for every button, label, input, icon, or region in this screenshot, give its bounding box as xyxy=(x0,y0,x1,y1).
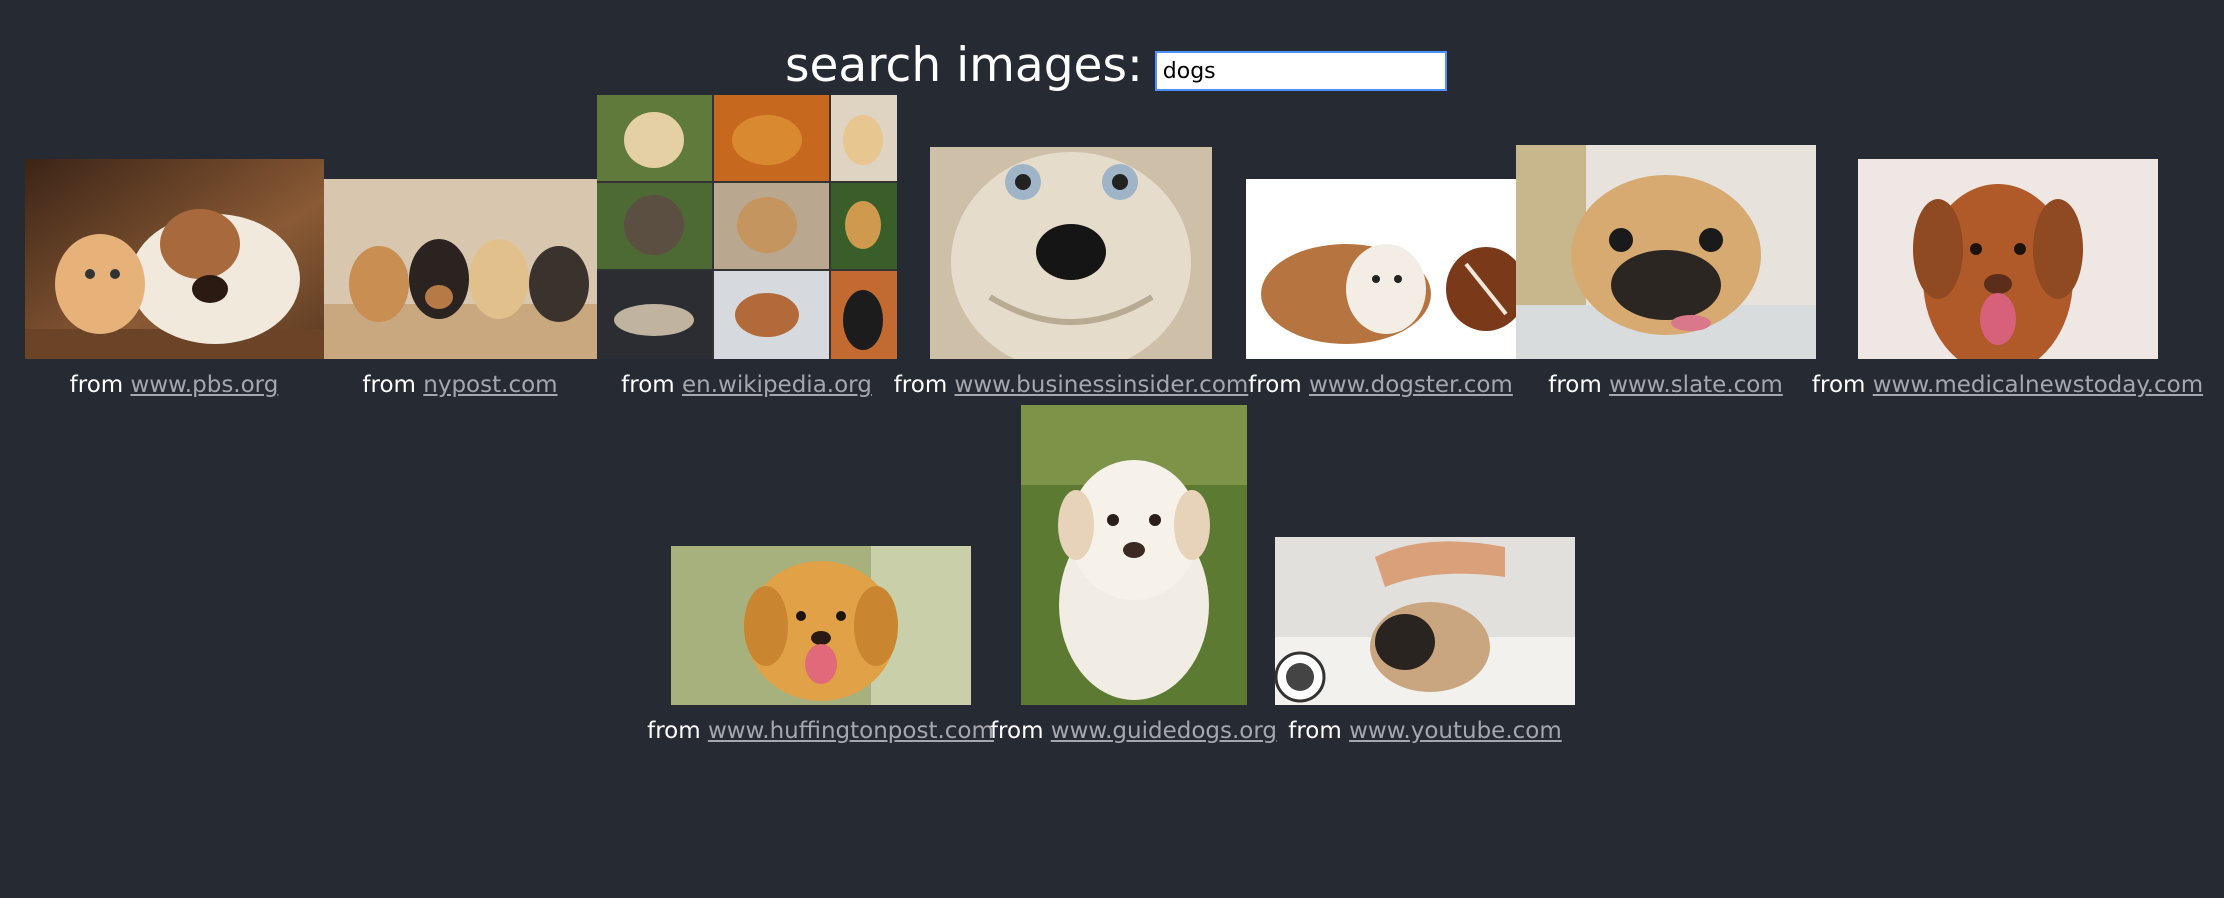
result-image-shaggy-dog-face[interactable] xyxy=(930,147,1212,359)
result-caption: from www.pbs.org xyxy=(70,359,279,411)
source-link[interactable]: www.dogster.com xyxy=(1309,372,1513,398)
result-caption: from www.slate.com xyxy=(1548,359,1783,411)
caption-prefix: from xyxy=(1288,718,1342,744)
source-link[interactable]: nypost.com xyxy=(423,372,557,398)
source-link[interactable]: www.guidedogs.org xyxy=(1051,718,1277,744)
result-image-bulldog-puppy[interactable] xyxy=(1245,179,1516,359)
source-link[interactable]: www.medicalnewstoday.com xyxy=(1873,372,2203,398)
result-caption: from www.youtube.com xyxy=(1288,705,1562,757)
result-image-four-puppies[interactable] xyxy=(323,179,597,359)
result-caption: from en.wikipedia.org xyxy=(621,359,872,411)
caption-prefix: from xyxy=(362,372,416,398)
result-image-white-lab-puppy[interactable] xyxy=(1020,405,1247,705)
caption-prefix: from xyxy=(1548,372,1602,398)
image-result: from www.huffingtonpost.com xyxy=(647,546,994,757)
result-image-dog-collage[interactable] xyxy=(596,95,897,359)
result-caption: from www.businessinsider.com xyxy=(894,359,1249,411)
result-image-pug-puppy[interactable] xyxy=(1275,537,1575,705)
image-result: from www.slate.com xyxy=(1515,145,1816,411)
result-caption: from www.dogster.com xyxy=(1248,359,1513,411)
image-result: from en.wikipedia.org xyxy=(596,95,897,411)
image-result: from www.businessinsider.com xyxy=(894,147,1249,411)
caption-prefix: from xyxy=(893,372,948,398)
results-row-2: from www.huffingtonpost.com from www.gui… xyxy=(0,405,2224,757)
image-result: from www.dogster.com xyxy=(1245,179,1516,411)
result-caption: from www.huffingtonpost.com xyxy=(647,705,994,757)
result-image-puppy-and-kitten[interactable] xyxy=(24,159,324,359)
caption-prefix: from xyxy=(989,718,1044,744)
result-caption: from www.guidedogs.org xyxy=(990,705,1277,757)
result-image-pug-lying[interactable] xyxy=(1515,145,1816,359)
caption-prefix: from xyxy=(1248,372,1302,398)
result-caption: from www.medicalnewstoday.com xyxy=(1812,359,2203,411)
source-link[interactable]: www.businessinsider.com xyxy=(955,372,1249,398)
results-row-1: from www.pbs.org from nypost.com from en… xyxy=(0,95,2224,411)
caption-prefix: from xyxy=(621,372,675,398)
source-link[interactable]: en.wikipedia.org xyxy=(682,372,872,398)
caption-prefix: from xyxy=(647,718,701,744)
image-result: from www.pbs.org xyxy=(24,159,324,411)
result-caption: from nypost.com xyxy=(362,359,557,411)
source-link[interactable]: www.youtube.com xyxy=(1349,718,1562,744)
source-link[interactable]: www.slate.com xyxy=(1609,372,1783,398)
caption-prefix: from xyxy=(1811,372,1866,398)
result-image-golden-puppy[interactable] xyxy=(670,546,971,705)
image-result: from www.youtube.com xyxy=(1275,537,1575,757)
result-image-brown-retriever[interactable] xyxy=(1857,159,2158,359)
source-link[interactable]: www.pbs.org xyxy=(130,372,278,398)
source-link[interactable]: www.huffingtonpost.com xyxy=(708,718,994,744)
image-result: from nypost.com xyxy=(323,179,597,411)
search-input[interactable] xyxy=(1154,51,1447,91)
image-result: from www.guidedogs.org xyxy=(990,405,1277,757)
image-result: from www.medicalnewstoday.com xyxy=(1812,159,2203,411)
caption-prefix: from xyxy=(69,372,124,398)
search-bar: search images: xyxy=(785,38,1447,94)
search-label: search images: xyxy=(785,38,1143,93)
